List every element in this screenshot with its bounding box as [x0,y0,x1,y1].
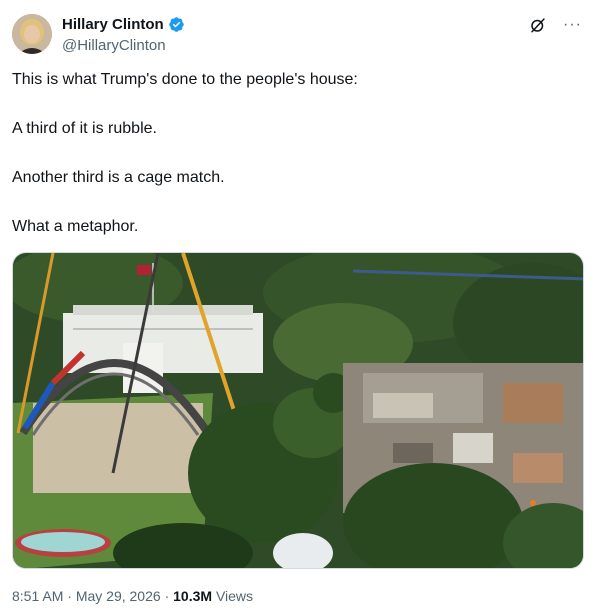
author-name-row: Hillary Clinton [62,15,185,34]
meta-separator: · [67,588,72,604]
tweet-actions: ··· [529,16,582,34]
verified-badge-icon [168,17,184,32]
tweet-line: A third of it is rubble. [12,120,157,137]
tweet-line: What a metaphor. [12,218,139,235]
views-label: Views [215,588,254,604]
aerial-photo-illustration [13,253,583,568]
tweet-metadata: 8:51 AM · May 29, 2026 · 10.3M Views [12,587,253,605]
author-display-name[interactable]: Hillary Clinton [62,15,164,34]
avatar[interactable] [12,14,52,54]
more-icon[interactable]: ··· [563,17,582,33]
tweet-line: This is what Trump's done to the people'… [12,71,358,88]
meta-separator: · [164,588,170,604]
tweet-line: Another third is a cage match. [12,169,225,186]
tweet-time[interactable]: 8:51 AM [12,588,63,604]
tweet-text: This is what Trump's done to the people'… [12,70,582,266]
avatar-image [12,14,52,54]
tweet-photo[interactable] [12,252,584,569]
author-handle[interactable]: @HillaryClinton [62,37,166,55]
grok-icon[interactable] [529,16,547,34]
tweet-date[interactable]: May 29, 2026 [76,588,161,604]
views-count: 10.3M [173,588,213,604]
